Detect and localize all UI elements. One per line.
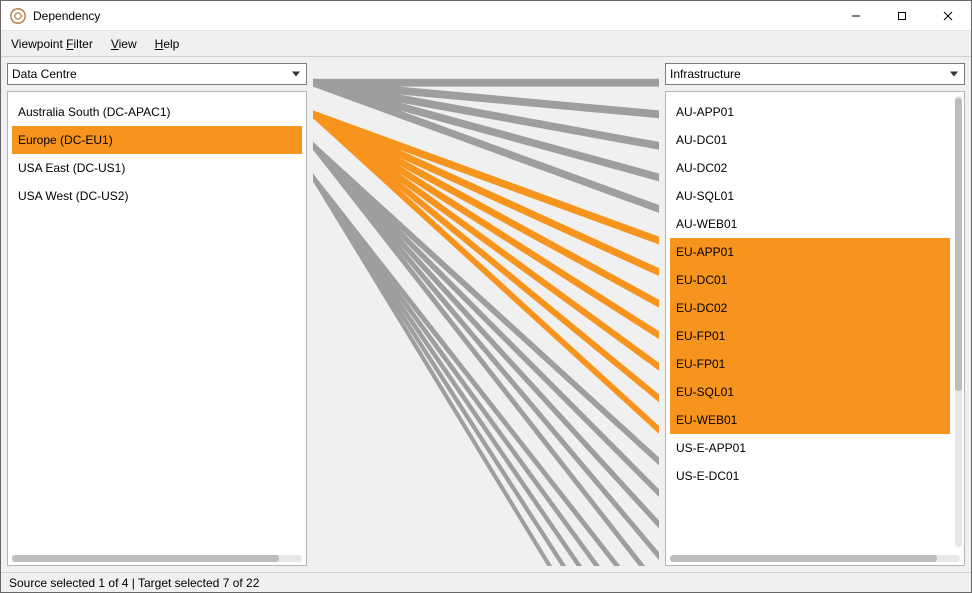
h-scrollbar[interactable] [666, 551, 964, 565]
target-list-item[interactable]: AU-SQL01 [670, 182, 950, 210]
target-list-item[interactable]: EU-DC01 [670, 266, 950, 294]
h-scrollbar[interactable] [8, 551, 306, 565]
maximize-button[interactable] [879, 1, 925, 31]
minimize-button[interactable] [833, 1, 879, 31]
source-listbox[interactable]: Australia South (DC-APAC1)Europe (DC-EU1… [7, 91, 307, 566]
target-list-item[interactable]: AU-APP01 [670, 98, 950, 126]
window-titlebar: Dependency [1, 1, 971, 31]
menu-item[interactable]: View [111, 37, 137, 51]
window-title: Dependency [33, 9, 100, 23]
target-list-item[interactable]: AU-DC01 [670, 126, 950, 154]
target-list-item[interactable]: US-E-APP01 [670, 434, 950, 462]
target-list-item[interactable]: AU-DC02 [670, 154, 950, 182]
status-bar: Source selected 1 of 4 | Target selected… [1, 572, 971, 592]
target-concept-combo[interactable]: Infrastructure [665, 63, 965, 85]
source-concept-combo[interactable]: Data Centre [7, 63, 307, 85]
menubar: Viewpoint Filter View Help [1, 31, 971, 57]
target-list-item[interactable]: EU-APP01 [670, 238, 950, 266]
app-icon [9, 7, 27, 25]
target-list-item[interactable]: EU-DC02 [670, 294, 950, 322]
target-list-item[interactable]: AU-WEB01 [670, 210, 950, 238]
source-list-item[interactable]: USA East (DC-US1) [12, 154, 302, 182]
dependency-canvas [313, 63, 659, 566]
target-list-item[interactable]: EU-FP01 [670, 322, 950, 350]
combo-value: Infrastructure [670, 67, 741, 81]
menu-item[interactable]: Viewpoint Filter [11, 37, 93, 51]
target-list-item[interactable]: EU-WEB01 [670, 406, 950, 434]
target-list-item[interactable]: US-E-DC01 [670, 462, 950, 490]
main-content: Data Centre Australia South (DC-APAC1)Eu… [1, 57, 971, 572]
combo-value: Data Centre [12, 67, 77, 81]
target-list-item[interactable]: EU-SQL01 [670, 378, 950, 406]
source-list-item[interactable]: USA West (DC-US2) [12, 182, 302, 210]
menu-item[interactable]: Help [155, 37, 180, 51]
target-listbox[interactable]: AU-APP01AU-DC01AU-DC02AU-SQL01AU-WEB01EU… [665, 91, 965, 566]
v-scrollbar[interactable] [955, 96, 962, 547]
target-panel: Infrastructure AU-APP01AU-DC01AU-DC02AU-… [665, 63, 965, 566]
target-list-item[interactable]: EU-FP01 [670, 350, 950, 378]
status-text: Source selected 1 of 4 | Target selected… [9, 576, 259, 590]
dependency-lines [313, 63, 659, 566]
source-panel: Data Centre Australia South (DC-APAC1)Eu… [7, 63, 307, 566]
source-list-item[interactable]: Europe (DC-EU1) [12, 126, 302, 154]
source-list-item[interactable]: Australia South (DC-APAC1) [12, 98, 302, 126]
close-button[interactable] [925, 1, 971, 31]
